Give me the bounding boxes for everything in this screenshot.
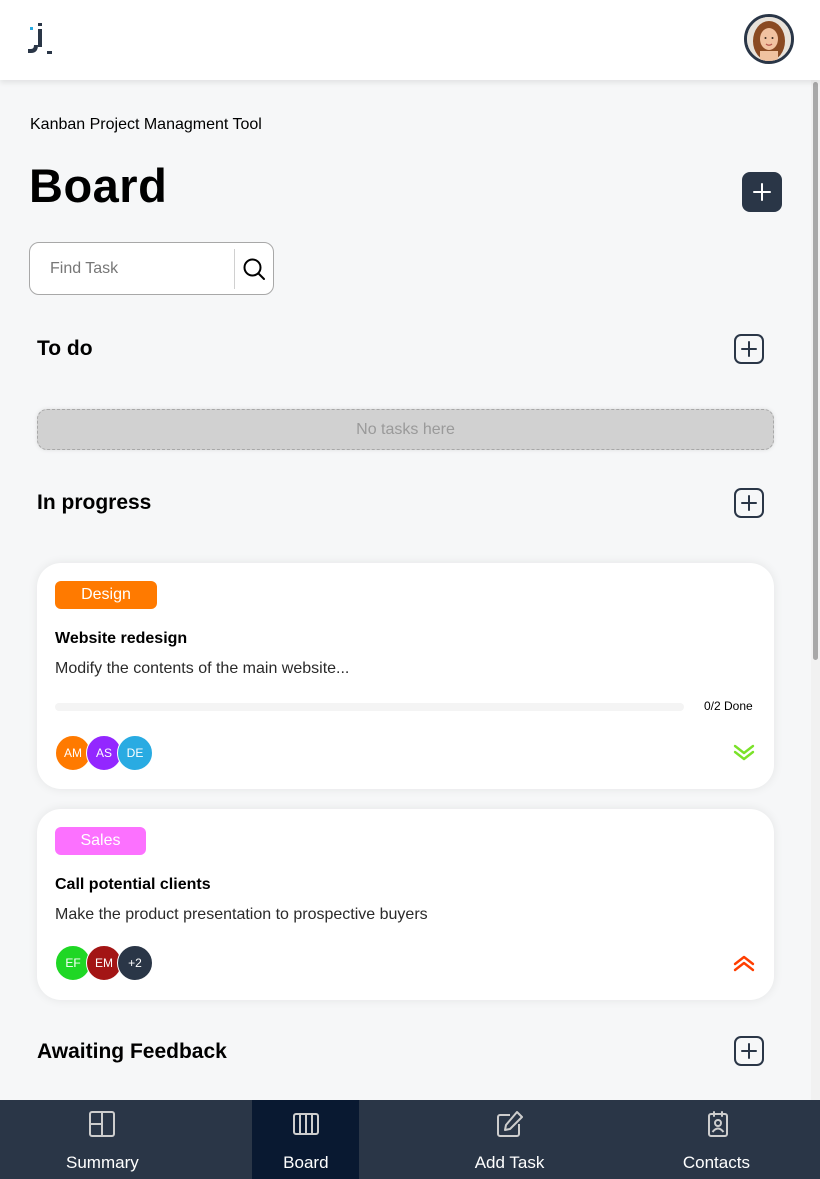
app-subtitle: Kanban Project Managment Tool [30, 116, 262, 133]
contacts-icon [707, 1111, 728, 1137]
board-icon [293, 1113, 320, 1135]
assignee-list: AM AS DE [55, 735, 153, 771]
category-tag: Sales [55, 827, 146, 855]
summary-icon [89, 1111, 115, 1137]
nav-label: Board [283, 1153, 329, 1172]
empty-column-placeholder: No tasks here [37, 409, 774, 450]
nav-label: Summary [66, 1153, 139, 1172]
category-tag: Design [55, 581, 157, 609]
column-title-todo: To do [37, 337, 93, 360]
nav-item-board[interactable]: Board [252, 1100, 359, 1179]
task-title: Call potential clients [55, 876, 211, 893]
join-logo[interactable] [27, 23, 57, 59]
progress-label: 0/2 Done [704, 699, 753, 713]
add-awaiting-feedback-button[interactable] [734, 1036, 764, 1066]
plus-icon [753, 183, 771, 201]
search-box [29, 242, 274, 295]
user-avatar[interactable] [744, 14, 794, 64]
top-header [0, 0, 820, 80]
task-card[interactable]: Sales Call potential clients Make the pr… [37, 809, 774, 1000]
plus-icon [741, 1043, 757, 1059]
add-task-icon [496, 1111, 523, 1137]
assignee-list: EF EM +2 [55, 945, 153, 981]
search-input[interactable] [50, 257, 230, 281]
priority-urgent-icon [733, 955, 755, 972]
column-title-in-progress: In progress [37, 491, 152, 514]
add-todo-button[interactable] [734, 334, 764, 364]
column-title-awaiting-feedback: Awaiting Feedback [37, 1040, 227, 1063]
plus-icon [741, 341, 757, 357]
nav-label: Add Task [474, 1153, 545, 1172]
search-divider [234, 249, 235, 289]
task-description: Modify the contents of the main website.… [55, 660, 350, 677]
assignee-overflow-badge: +2 [117, 945, 153, 981]
search-icon[interactable] [241, 256, 267, 282]
nav-item-summary[interactable]: Summary [0, 1100, 202, 1179]
task-title: Website redesign [55, 630, 188, 647]
add-in-progress-button[interactable] [734, 488, 764, 518]
add-task-button[interactable] [742, 172, 782, 212]
priority-low-icon [733, 744, 755, 761]
task-description: Make the product presentation to prospec… [55, 906, 428, 923]
bottom-nav: Summary Board Add Task Contacts [0, 1100, 820, 1179]
subtask-progress-bar [55, 703, 684, 711]
task-card[interactable]: Design Website redesign Modify the conte… [37, 563, 774, 789]
plus-icon [741, 495, 757, 511]
nav-item-contacts[interactable]: Contacts [610, 1100, 820, 1179]
nav-item-add-task[interactable]: Add Task [408, 1100, 610, 1179]
scrollbar-thumb[interactable] [813, 82, 818, 660]
nav-label: Contacts [682, 1153, 750, 1172]
page-title: Board [29, 159, 168, 212]
assignee-badge: DE [117, 735, 153, 771]
